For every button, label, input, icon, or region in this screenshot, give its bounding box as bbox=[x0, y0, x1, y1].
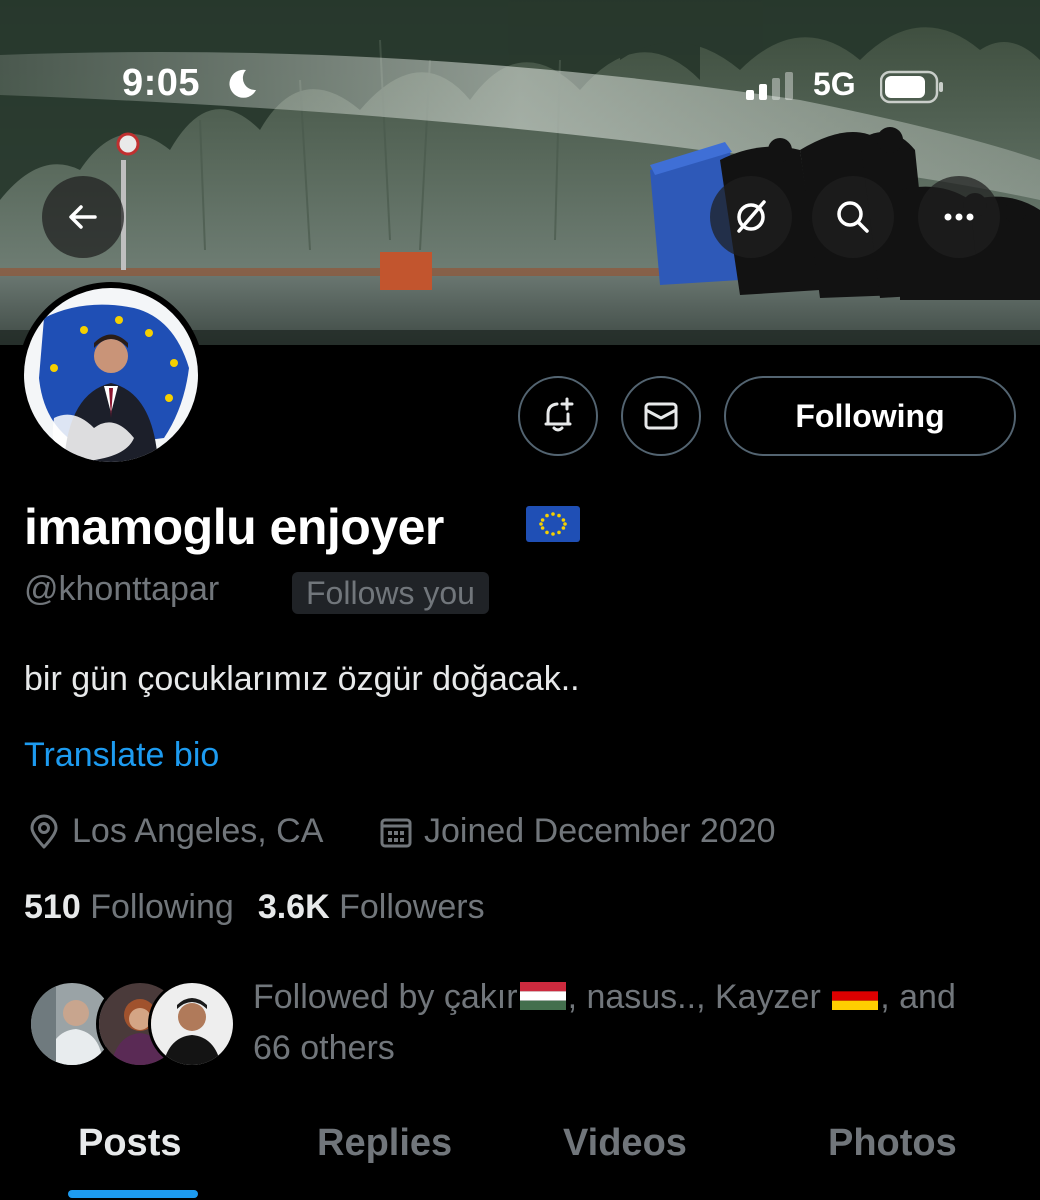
more-button[interactable] bbox=[918, 176, 1000, 258]
profile-handle: @khonttapar bbox=[24, 570, 220, 608]
followed-by-others: 66 others bbox=[253, 1029, 395, 1067]
joined-text: Joined December 2020 bbox=[424, 812, 776, 850]
message-button[interactable] bbox=[621, 376, 701, 456]
ellipsis-icon bbox=[944, 213, 974, 221]
follower-avatar[interactable] bbox=[148, 980, 236, 1068]
tab-videos[interactable]: Videos bbox=[563, 1122, 687, 1165]
location-text: Los Angeles, CA bbox=[72, 812, 324, 850]
eu-flag-icon bbox=[526, 506, 580, 542]
grok-icon bbox=[737, 200, 766, 233]
following-label: Following bbox=[90, 888, 234, 926]
signal-icon bbox=[746, 72, 793, 100]
followers-count: 3.6K bbox=[257, 888, 330, 926]
profile-stats: 510 Following 3.6K Followers bbox=[24, 888, 485, 927]
followed-by-prefix: Followed by bbox=[253, 978, 444, 1016]
followed-by-name: çakır bbox=[443, 978, 518, 1016]
display-name: imamoglu enjoyer bbox=[24, 499, 444, 555]
tab-replies[interactable]: Replies bbox=[317, 1122, 452, 1165]
following-count: 510 bbox=[24, 888, 81, 926]
active-tab-indicator bbox=[68, 1190, 198, 1198]
followed-by-suffix: , and bbox=[880, 978, 956, 1016]
battery-icon bbox=[880, 70, 943, 104]
search-icon bbox=[837, 201, 869, 233]
followers-stat[interactable]: 3.6K Followers bbox=[258, 888, 485, 926]
following-button[interactable]: Following bbox=[724, 376, 1016, 456]
grok-button[interactable] bbox=[710, 176, 792, 258]
bell-plus-icon bbox=[544, 397, 574, 432]
followed-by-names: , nasus.., Kayzer bbox=[567, 978, 831, 1016]
location-pin-icon bbox=[30, 814, 58, 848]
network-type: 5G bbox=[813, 66, 856, 102]
arrow-left-icon bbox=[69, 205, 97, 229]
back-button[interactable] bbox=[42, 176, 124, 258]
envelope-icon bbox=[644, 402, 678, 430]
tab-posts[interactable]: Posts bbox=[78, 1122, 181, 1165]
status-time: 9:05 bbox=[122, 62, 201, 104]
status-bar: 9:05 5G bbox=[0, 0, 1040, 120]
tab-photos[interactable]: Photos bbox=[828, 1122, 957, 1165]
translate-bio-link[interactable]: Translate bio bbox=[24, 736, 219, 775]
avatar-image bbox=[24, 288, 198, 462]
search-button[interactable] bbox=[812, 176, 894, 258]
profile-bio: bir gün çocuklarımız özgür doğacak.. bbox=[24, 660, 580, 698]
profile-avatar[interactable] bbox=[18, 282, 204, 468]
hungary-flag-icon bbox=[519, 982, 566, 1010]
follows-you-badge: Follows you bbox=[292, 572, 489, 614]
moon-icon bbox=[229, 69, 256, 98]
germany-flag-icon bbox=[832, 982, 879, 1010]
notifications-button[interactable] bbox=[518, 376, 598, 456]
profile-join-date: Joined December 2020 bbox=[378, 812, 776, 851]
followed-by-text[interactable]: Followed by çakır , nasus.., Kayzer , and… bbox=[253, 972, 1023, 1074]
followers-label: Followers bbox=[339, 888, 485, 926]
profile-location: Los Angeles, CA bbox=[26, 812, 323, 851]
calendar-icon bbox=[380, 818, 412, 847]
following-stat[interactable]: 510 Following bbox=[24, 888, 234, 926]
